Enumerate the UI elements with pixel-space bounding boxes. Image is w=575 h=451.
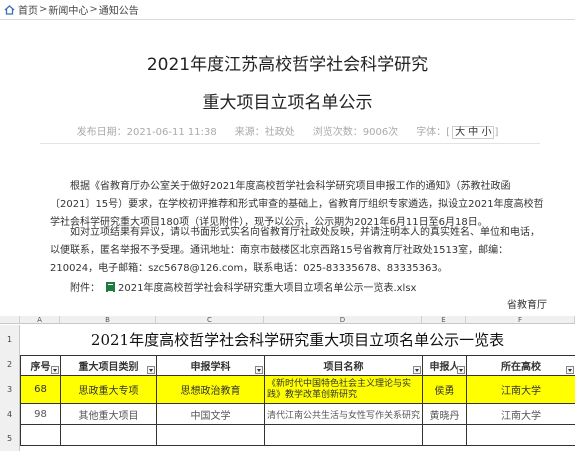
table-cell[interactable]: 思想政治教育 (156, 375, 265, 404)
row-number[interactable]: 2 (0, 355, 20, 375)
source: 来源：社政处 (234, 127, 295, 138)
filter-dropdown-icon[interactable] (51, 366, 59, 374)
font-size-label: 字体：[ (416, 127, 451, 138)
table-row: 98 其他重大项目 中国文学 清代江南公共生活与女性写作关系研究 黄晓丹 江南大… (20, 403, 575, 425)
header-cell[interactable]: 项目名称 (264, 355, 423, 376)
table-row: 68 思政重大专项 思想政治教育 《新时代中国特色社会主义理论与实践》教学改革创… (20, 375, 575, 404)
attachment-label: 附件： (70, 283, 100, 294)
breadcrumb: 首页 > 新闻中心 > 通知公告 (0, 0, 575, 20)
row-number[interactable]: 3 (0, 375, 20, 404)
table-cell[interactable]: 江南大学 (466, 403, 575, 425)
font-size-large[interactable]: 大 (455, 127, 465, 138)
col-letter[interactable]: E (422, 316, 466, 324)
filter-dropdown-icon[interactable] (255, 366, 263, 374)
header-cell[interactable]: 申报人 (422, 355, 467, 376)
article-meta: 发布日期：2021-06-11 11:38 来源：社政处 浏览次数：9006次 … (0, 123, 575, 139)
table-cell[interactable] (20, 424, 61, 446)
table-cell[interactable]: 98 (20, 403, 61, 425)
table-cell[interactable]: 68 (20, 375, 61, 404)
table-cell[interactable] (156, 424, 265, 446)
row-number[interactable]: 1 (0, 325, 20, 355)
table-cell[interactable]: 侯勇 (422, 375, 467, 404)
divider (40, 143, 540, 144)
font-size-small[interactable]: 小 (481, 127, 491, 138)
publish-date: 发布日期：2021-06-11 11:38 (76, 127, 217, 138)
table-header-row: 序号 重大项目类别 申报学科 项目名称 申报人 所在高校 (20, 355, 575, 376)
breadcrumb-home[interactable]: 首页 (18, 2, 38, 17)
attachment-link[interactable]: 2021年度高校哲学社会科学研究重大项目立项名单公示一览表.xlsx (118, 279, 416, 294)
col-letter[interactable]: F (466, 316, 575, 324)
breadcrumb-separator: > (39, 4, 48, 15)
corner-cell (0, 316, 20, 324)
col-letter[interactable]: D (264, 316, 422, 324)
row-number[interactable]: 4 (0, 404, 20, 426)
font-size-mid[interactable]: 中 (468, 127, 478, 138)
header-cell[interactable]: 重大项目类别 (60, 355, 157, 376)
table-cell[interactable] (60, 424, 157, 446)
table-cell[interactable] (264, 424, 423, 446)
breadcrumb-news[interactable]: 新闻中心 (48, 2, 88, 17)
table-cell[interactable] (422, 424, 467, 446)
table-cell[interactable]: 思政重大专项 (60, 375, 157, 404)
body-paragraph-2: 如对立项结果有异议，请以书面形式实名向省教育厅社政处反映，并请注明本人的真实姓名… (50, 227, 540, 274)
filter-dropdown-icon[interactable] (147, 366, 155, 374)
font-size-options: 大 中 小 (452, 126, 495, 139)
row-number[interactable]: 5 (0, 426, 20, 451)
col-letter[interactable]: B (60, 316, 156, 324)
sheet-title: 2021年度高校哲学社会科学研究重大项目立项名单公示一览表 (90, 331, 505, 349)
table-cell[interactable]: 清代江南公共生活与女性写作关系研究 (264, 403, 423, 425)
project-table: 序号 重大项目类别 申报学科 项目名称 申报人 所在高校 68 思政重大专项 思… (20, 355, 575, 446)
breadcrumb-separator: > (89, 4, 98, 15)
font-size-control: 字体：[大 中 小] (416, 123, 499, 139)
view-count: 浏览次数：9006次 (312, 127, 399, 138)
table-cell[interactable]: 其他重大项目 (60, 403, 157, 425)
breadcrumb-notice[interactable]: 通知公告 (99, 2, 139, 17)
filter-dropdown-icon[interactable] (457, 366, 465, 374)
header-cell[interactable]: 序号 (20, 355, 61, 376)
page-subtitle: 重大项目立项名单公示 (202, 93, 373, 113)
header-cell[interactable]: 所在高校 (466, 355, 575, 376)
table-row (20, 424, 575, 446)
excel-file-icon (106, 281, 115, 292)
font-size-end: ] (494, 127, 499, 138)
table-cell[interactable]: 黄晓丹 (422, 403, 467, 425)
header-cell[interactable]: 申报学科 (156, 355, 265, 376)
col-letter[interactable]: A (20, 316, 60, 324)
spreadsheet-preview: A B C D E F 1 2 3 4 5 2021年度高校哲学社会科学研究重大… (0, 316, 575, 451)
table-cell[interactable]: 江南大学 (466, 375, 575, 404)
col-letter[interactable]: C (156, 316, 264, 324)
table-cell[interactable] (466, 424, 575, 446)
signature: 省教育厅 (507, 300, 547, 311)
filter-dropdown-icon[interactable] (566, 366, 574, 374)
column-header-bar: A B C D E F (0, 316, 575, 324)
table-cell[interactable]: 中国文学 (156, 403, 265, 425)
table-cell[interactable]: 《新时代中国特色社会主义理论与实践》教学改革创新研究 (264, 375, 423, 404)
home-icon (4, 4, 15, 15)
page-title: 2021年度江苏高校哲学社会科学研究 (146, 55, 429, 75)
filter-dropdown-icon[interactable] (413, 366, 421, 374)
attachment: 附件： 2021年度高校哲学社会科学研究重大项目立项名单公示一览表.xlsx (50, 279, 416, 294)
